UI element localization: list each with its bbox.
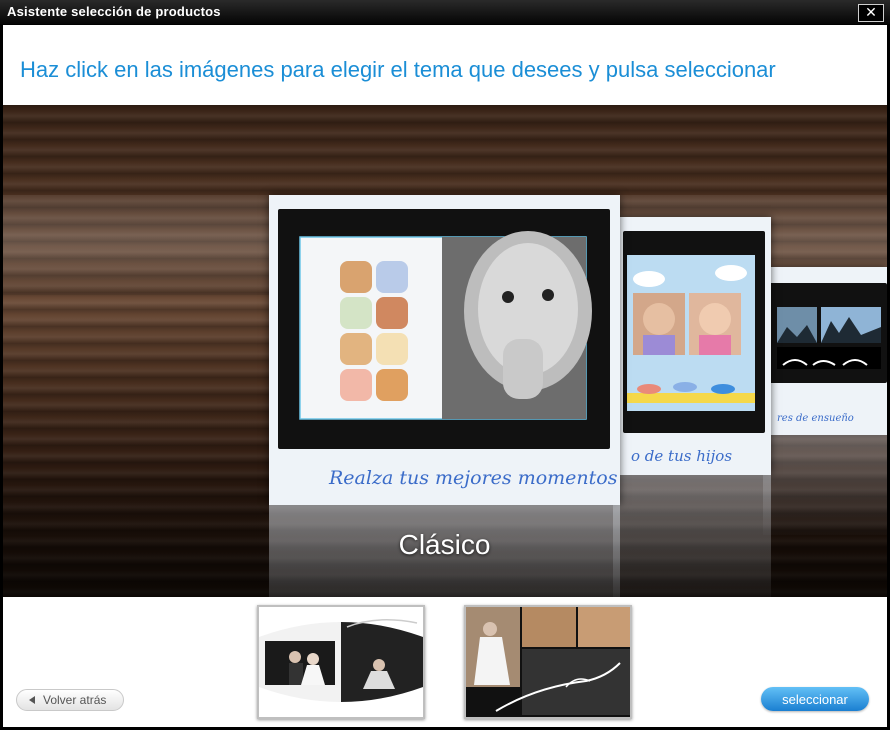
kids-album-preview bbox=[623, 231, 765, 433]
theme-carousel: res de ensueño o de tus hijos Realza tus… bbox=[3, 105, 887, 597]
theme-card-landscape[interactable]: res de ensueño bbox=[763, 267, 887, 435]
theme-card-kids[interactable]: o de tus hijos bbox=[613, 217, 771, 475]
card-caption: Realza tus mejores momentos bbox=[329, 467, 618, 489]
arrow-left-icon bbox=[29, 696, 35, 704]
title-bar: Asistente selección de productos ✕ bbox=[0, 0, 890, 24]
close-button[interactable]: ✕ bbox=[858, 4, 884, 22]
selected-theme-label: Clásico bbox=[398, 529, 491, 560]
classic-album-preview bbox=[278, 209, 610, 449]
back-button-label: Volver atrás bbox=[43, 693, 107, 707]
card-caption: o de tus hijos bbox=[631, 447, 733, 465]
theme-thumbnail-wedding-2[interactable] bbox=[464, 605, 632, 719]
instruction-text: Haz click en las imágenes para elegir el… bbox=[20, 57, 776, 82]
window-title: Asistente selección de productos bbox=[7, 4, 221, 19]
close-icon: ✕ bbox=[865, 5, 877, 21]
footer-bar: Volver atrás seleccionar bbox=[3, 597, 887, 727]
theme-card-classic[interactable]: Realza tus mejores momentos bbox=[269, 195, 620, 505]
landscape-album-preview bbox=[769, 283, 887, 383]
theme-thumbnail-wedding-1[interactable] bbox=[257, 605, 425, 719]
select-button[interactable]: seleccionar bbox=[761, 687, 869, 711]
back-button[interactable]: Volver atrás bbox=[16, 689, 124, 711]
card-caption: res de ensueño bbox=[777, 413, 854, 424]
wizard-panel: Haz click en las imágenes para elegir el… bbox=[3, 25, 887, 727]
